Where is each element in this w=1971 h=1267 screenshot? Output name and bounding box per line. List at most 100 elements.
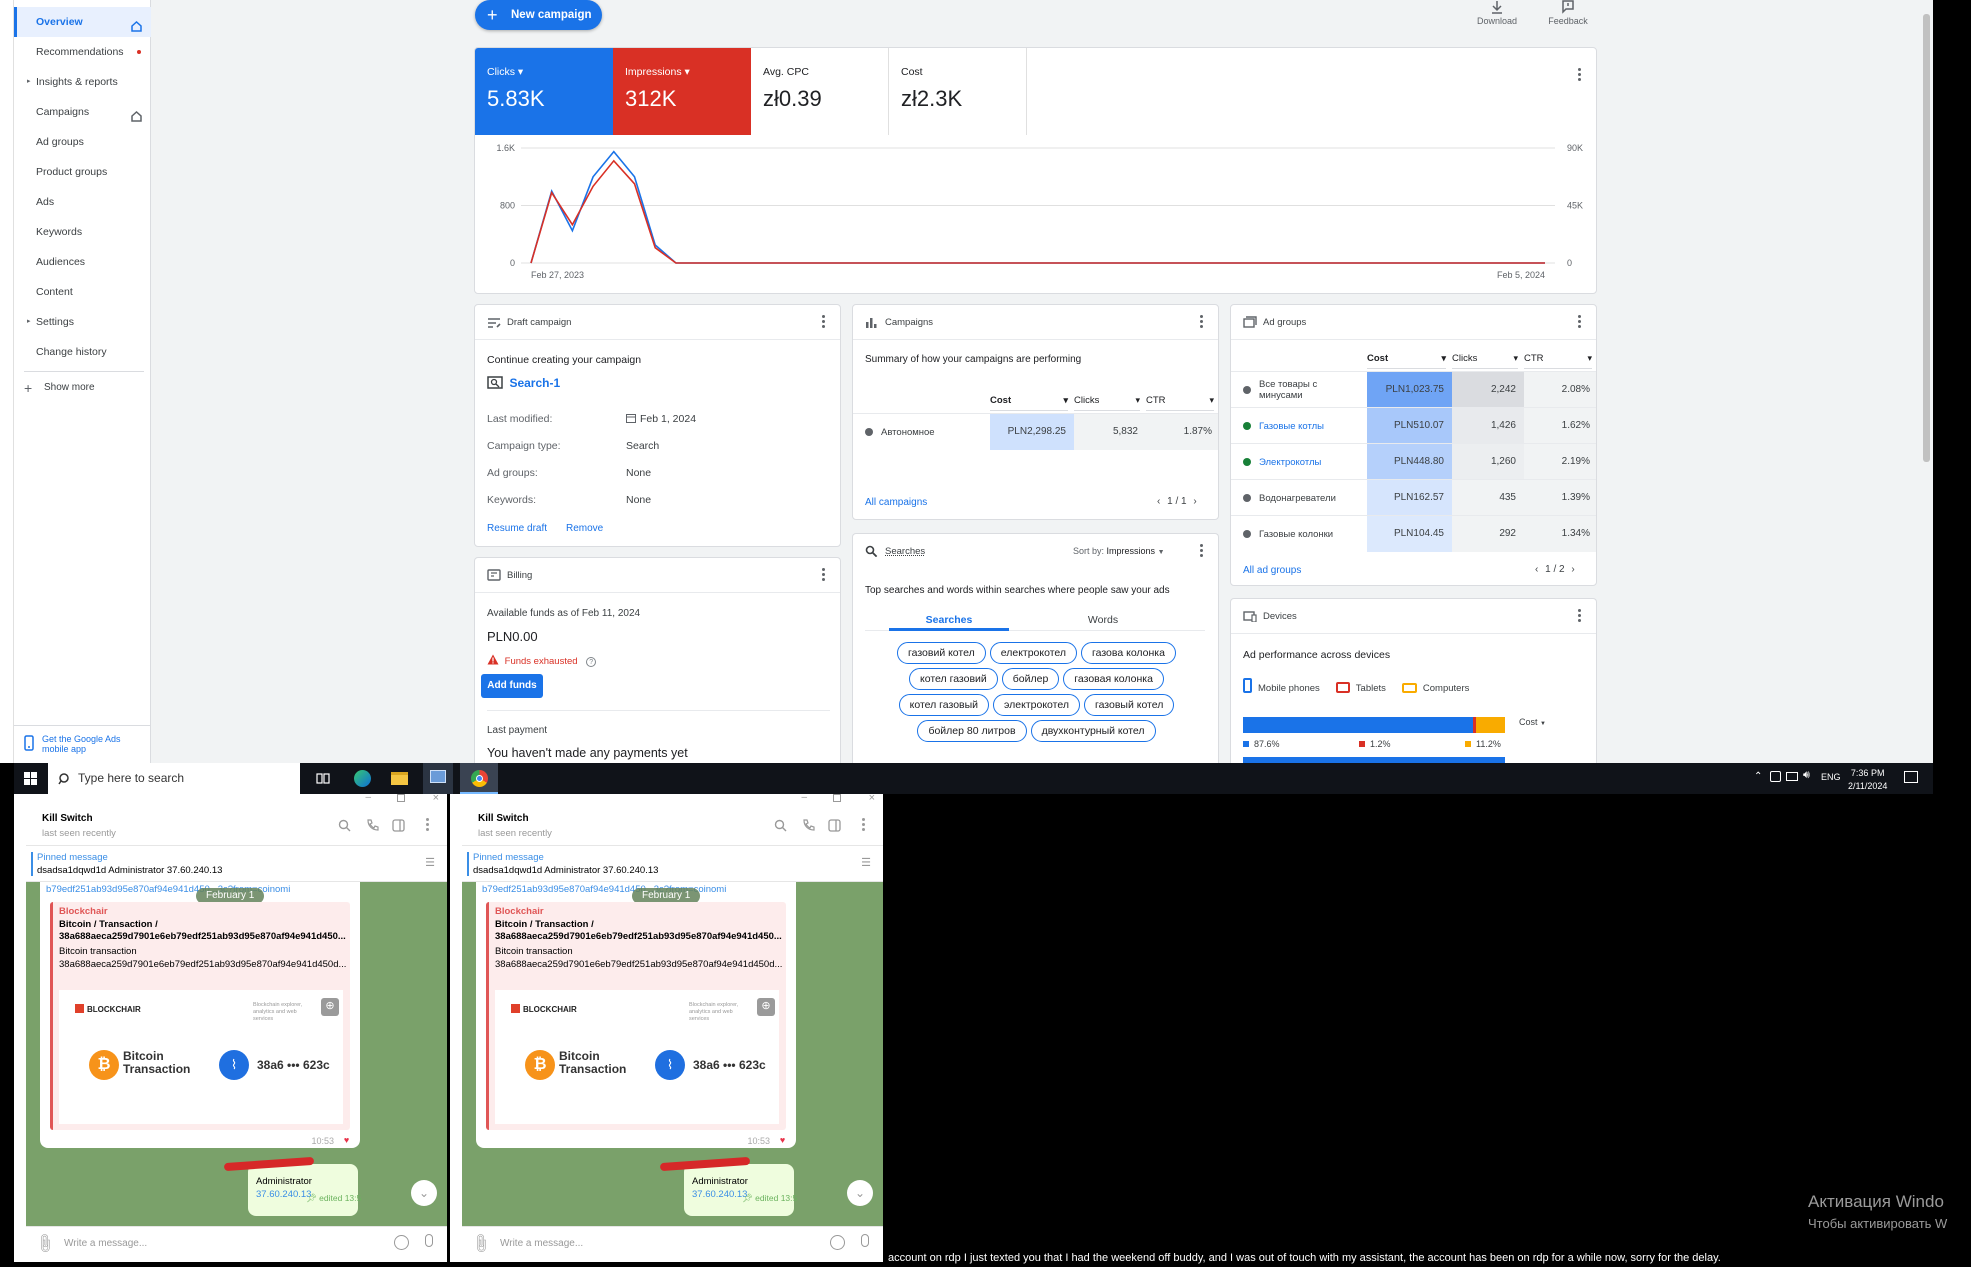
notifications-icon[interactable]	[1904, 771, 1918, 783]
column-header-ctr[interactable]: CTR ▾	[1146, 395, 1214, 411]
search-icon[interactable]	[774, 819, 787, 832]
feedback-button[interactable]: Feedback	[1544, 0, 1592, 26]
sidebar-item-settings[interactable]: ▸ Settings	[14, 307, 151, 337]
sidebar-item-insights-reports[interactable]: ▸ Insights & reports	[14, 67, 151, 97]
prev-page-icon[interactable]: ‹	[1535, 564, 1538, 575]
scroll-down-icon[interactable]: ⌄	[411, 1180, 437, 1206]
more-options-icon[interactable]	[1578, 315, 1582, 329]
heart-reaction-icon[interactable]: ♥	[341, 1135, 352, 1146]
table-row[interactable]: Автономное PLN2,298.25 5,832 1.87%	[853, 413, 1218, 450]
search-term-chip[interactable]: електрокотел	[989, 642, 1078, 664]
windows-start-icon[interactable]	[24, 772, 37, 785]
more-options-icon[interactable]	[1578, 609, 1582, 623]
metric-tile-impressions[interactable]: Impressions ▾ 312K	[613, 48, 751, 135]
emoji-icon[interactable]	[830, 1235, 845, 1250]
column-header-clicks[interactable]: Clicks ▾	[1074, 395, 1140, 411]
scroll-down-icon[interactable]: ⌄	[847, 1180, 873, 1206]
search-term-chip[interactable]: двухконтурный котел	[1030, 720, 1156, 742]
all-campaigns-link[interactable]: All campaigns	[865, 497, 927, 508]
search-term-chip[interactable]: газова колонка	[1081, 642, 1176, 664]
message-bubble[interactable]: b79edf251ab93d95e870af94e941d450...3c?fr…	[40, 882, 360, 1148]
more-options-icon[interactable]	[822, 568, 826, 582]
tab-words[interactable]: Words	[1043, 614, 1163, 626]
sidebar-item-campaigns[interactable]: Campaigns	[14, 97, 151, 127]
mobile-app-promo[interactable]: Get the Google Ads mobile app	[14, 725, 151, 763]
more-options-icon[interactable]	[426, 818, 429, 831]
taskbar-clock[interactable]: 7:36 PM 2/11/2024	[1848, 767, 1887, 793]
sidebar-item-ads[interactable]: Ads	[14, 187, 151, 217]
column-header-cost[interactable]: Cost ▾	[1367, 353, 1446, 369]
emoji-icon[interactable]	[394, 1235, 409, 1250]
next-page-icon[interactable]: ›	[1571, 564, 1574, 575]
message-input[interactable]: Write a message...	[500, 1238, 583, 1249]
language-indicator[interactable]: ENG	[1821, 772, 1841, 782]
close-icon[interactable]: ×	[433, 794, 439, 804]
remove-draft-link[interactable]: Remove	[566, 523, 603, 534]
pinned-message-bar[interactable]: Pinned message dsadsa1dqwd1d Administrato…	[26, 846, 447, 882]
sidebar-item-keywords[interactable]: Keywords	[14, 217, 151, 247]
taskbar-search-input[interactable]: Type here to search	[48, 763, 300, 794]
scrollbar-thumb[interactable]	[1923, 14, 1930, 462]
table-row[interactable]: Газовые котлы PLN510.07 1,426 1.62%	[1231, 407, 1596, 444]
tab-searches[interactable]: Searches	[889, 614, 1009, 626]
devices-metric-select[interactable]: Cost ▼	[1519, 717, 1546, 727]
phone-call-icon[interactable]	[802, 819, 815, 832]
add-funds-button[interactable]: Add funds	[481, 674, 543, 698]
row-name-text[interactable]: Газовые котлы	[1259, 421, 1324, 432]
remote-desktop-icon[interactable]	[423, 763, 453, 794]
sidebar-item-product-groups[interactable]: Product groups	[14, 157, 151, 187]
search-term-chip[interactable]: бойлер 80 литров	[917, 720, 1027, 742]
more-options-icon[interactable]	[1200, 544, 1204, 558]
message-bubble[interactable]: b79edf251ab93d95e870af94e941d450...3c?fr…	[476, 882, 796, 1148]
sidebar-item-overview[interactable]: Overview	[14, 7, 151, 37]
attach-icon[interactable]: 📎︎	[33, 1231, 57, 1256]
phone-call-icon[interactable]	[366, 819, 379, 832]
heart-reaction-icon[interactable]: ♥	[777, 1135, 788, 1146]
sidebar-item-audiences[interactable]: Audiences	[14, 247, 151, 277]
edge-browser-icon[interactable]	[354, 770, 371, 787]
sidebar-toggle-icon[interactable]	[392, 819, 405, 832]
sidebar-item-ad-groups[interactable]: Ad groups	[14, 127, 151, 157]
search-term-chip[interactable]: газовый котел	[1083, 694, 1175, 716]
link-preview[interactable]: Blockchair Bitcoin / Transaction / 38a688…	[486, 902, 786, 1130]
file-explorer-icon[interactable]	[391, 772, 408, 785]
column-header-ctr[interactable]: CTR ▾	[1524, 353, 1592, 369]
download-button[interactable]: Download	[1474, 0, 1520, 26]
task-view-icon[interactable]	[316, 772, 330, 785]
metric-tile-clicks[interactable]: Clicks ▾ 5.83K	[475, 48, 613, 135]
close-icon[interactable]: ×	[869, 794, 875, 804]
maximize-icon[interactable]	[397, 794, 405, 802]
search-term-chip[interactable]: электрокотел	[993, 694, 1080, 716]
search-term-chip[interactable]: котел газовий	[909, 668, 998, 690]
search-icon[interactable]	[338, 819, 351, 832]
pinned-message-bar[interactable]: Pinned message dsadsa1dqwd1d Administrato…	[462, 846, 883, 882]
pinned-list-icon[interactable]: ☰	[425, 856, 435, 869]
page-scrollbar[interactable]	[1920, 0, 1933, 763]
more-options-icon[interactable]	[822, 315, 826, 329]
table-row[interactable]: Водонагреватели PLN162.57 435 1.39%	[1231, 479, 1596, 516]
search-term-chip[interactable]: котел газовый	[898, 694, 990, 716]
tray-security-icon[interactable]	[1770, 771, 1781, 782]
metric-tile-avg-cpc[interactable]: Avg. CPC zł0.39	[751, 48, 889, 135]
minimize-icon[interactable]: –	[365, 794, 371, 803]
search-term-chip[interactable]: газовая колонка	[1063, 668, 1164, 690]
sidebar-item-recommendations[interactable]: Recommendations	[14, 37, 151, 67]
sidebar-item-change-history[interactable]: Change history	[14, 337, 151, 367]
metric-tile-cost[interactable]: Cost zł2.3K	[889, 48, 1027, 135]
sidebar-toggle-icon[interactable]	[828, 819, 841, 832]
network-icon[interactable]	[1786, 772, 1798, 781]
table-row[interactable]: Все товары с минусами PLN1,023.75 2,242 2.0…	[1231, 371, 1596, 408]
next-page-icon[interactable]: ›	[1193, 496, 1196, 507]
table-row[interactable]: Электрокотлы PLN448.80 1,260 2.19%	[1231, 443, 1596, 480]
maximize-icon[interactable]	[833, 794, 841, 802]
sort-dropdown[interactable]: Sort by: Impressions ▼	[1073, 546, 1165, 556]
tray-chevron-icon[interactable]: ⌃	[1754, 771, 1762, 782]
volume-icon[interactable]: 🔊︎	[1803, 769, 1810, 782]
table-row[interactable]: Газовые колонки PLN104.45 292 1.34%	[1231, 515, 1596, 552]
resume-draft-link[interactable]: Resume draft	[487, 523, 547, 534]
attach-icon[interactable]: 📎︎	[469, 1231, 493, 1256]
microphone-icon[interactable]	[861, 1234, 869, 1247]
show-more-button[interactable]: + Show more	[14, 373, 151, 403]
column-header-clicks[interactable]: Clicks ▾	[1452, 353, 1518, 369]
link-preview[interactable]: Blockchair Bitcoin / Transaction / 38a688…	[50, 902, 350, 1130]
